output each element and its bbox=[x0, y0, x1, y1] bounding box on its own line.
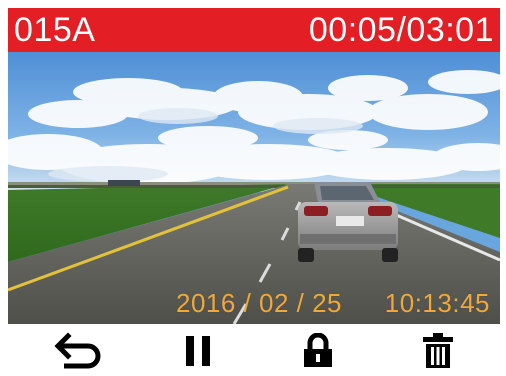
video-scene bbox=[8, 52, 500, 324]
lock-button[interactable] bbox=[290, 326, 346, 376]
trash-icon bbox=[423, 333, 453, 368]
video-frame[interactable]: 2016 / 02 / 25 10:13:45 bbox=[8, 52, 500, 324]
recording-time: 10:13:45 bbox=[384, 288, 490, 318]
lock-icon bbox=[304, 333, 332, 367]
pause-icon bbox=[186, 336, 210, 366]
control-bar bbox=[8, 326, 500, 376]
back-button[interactable] bbox=[50, 326, 106, 376]
delete-button[interactable] bbox=[410, 326, 466, 376]
video-player-screen: 015A 00:05/03:01 2016 / 02 / 25 10:13:45 bbox=[0, 0, 506, 376]
file-label: 015A bbox=[14, 11, 96, 49]
recording-date: 2016 / 02 / 25 bbox=[176, 288, 343, 318]
playback-time: 00:05/03:01 bbox=[308, 11, 494, 49]
title-bar: 015A 00:05/03:01 bbox=[8, 8, 500, 52]
pause-button[interactable] bbox=[170, 326, 226, 376]
back-arrow-icon bbox=[54, 332, 101, 369]
